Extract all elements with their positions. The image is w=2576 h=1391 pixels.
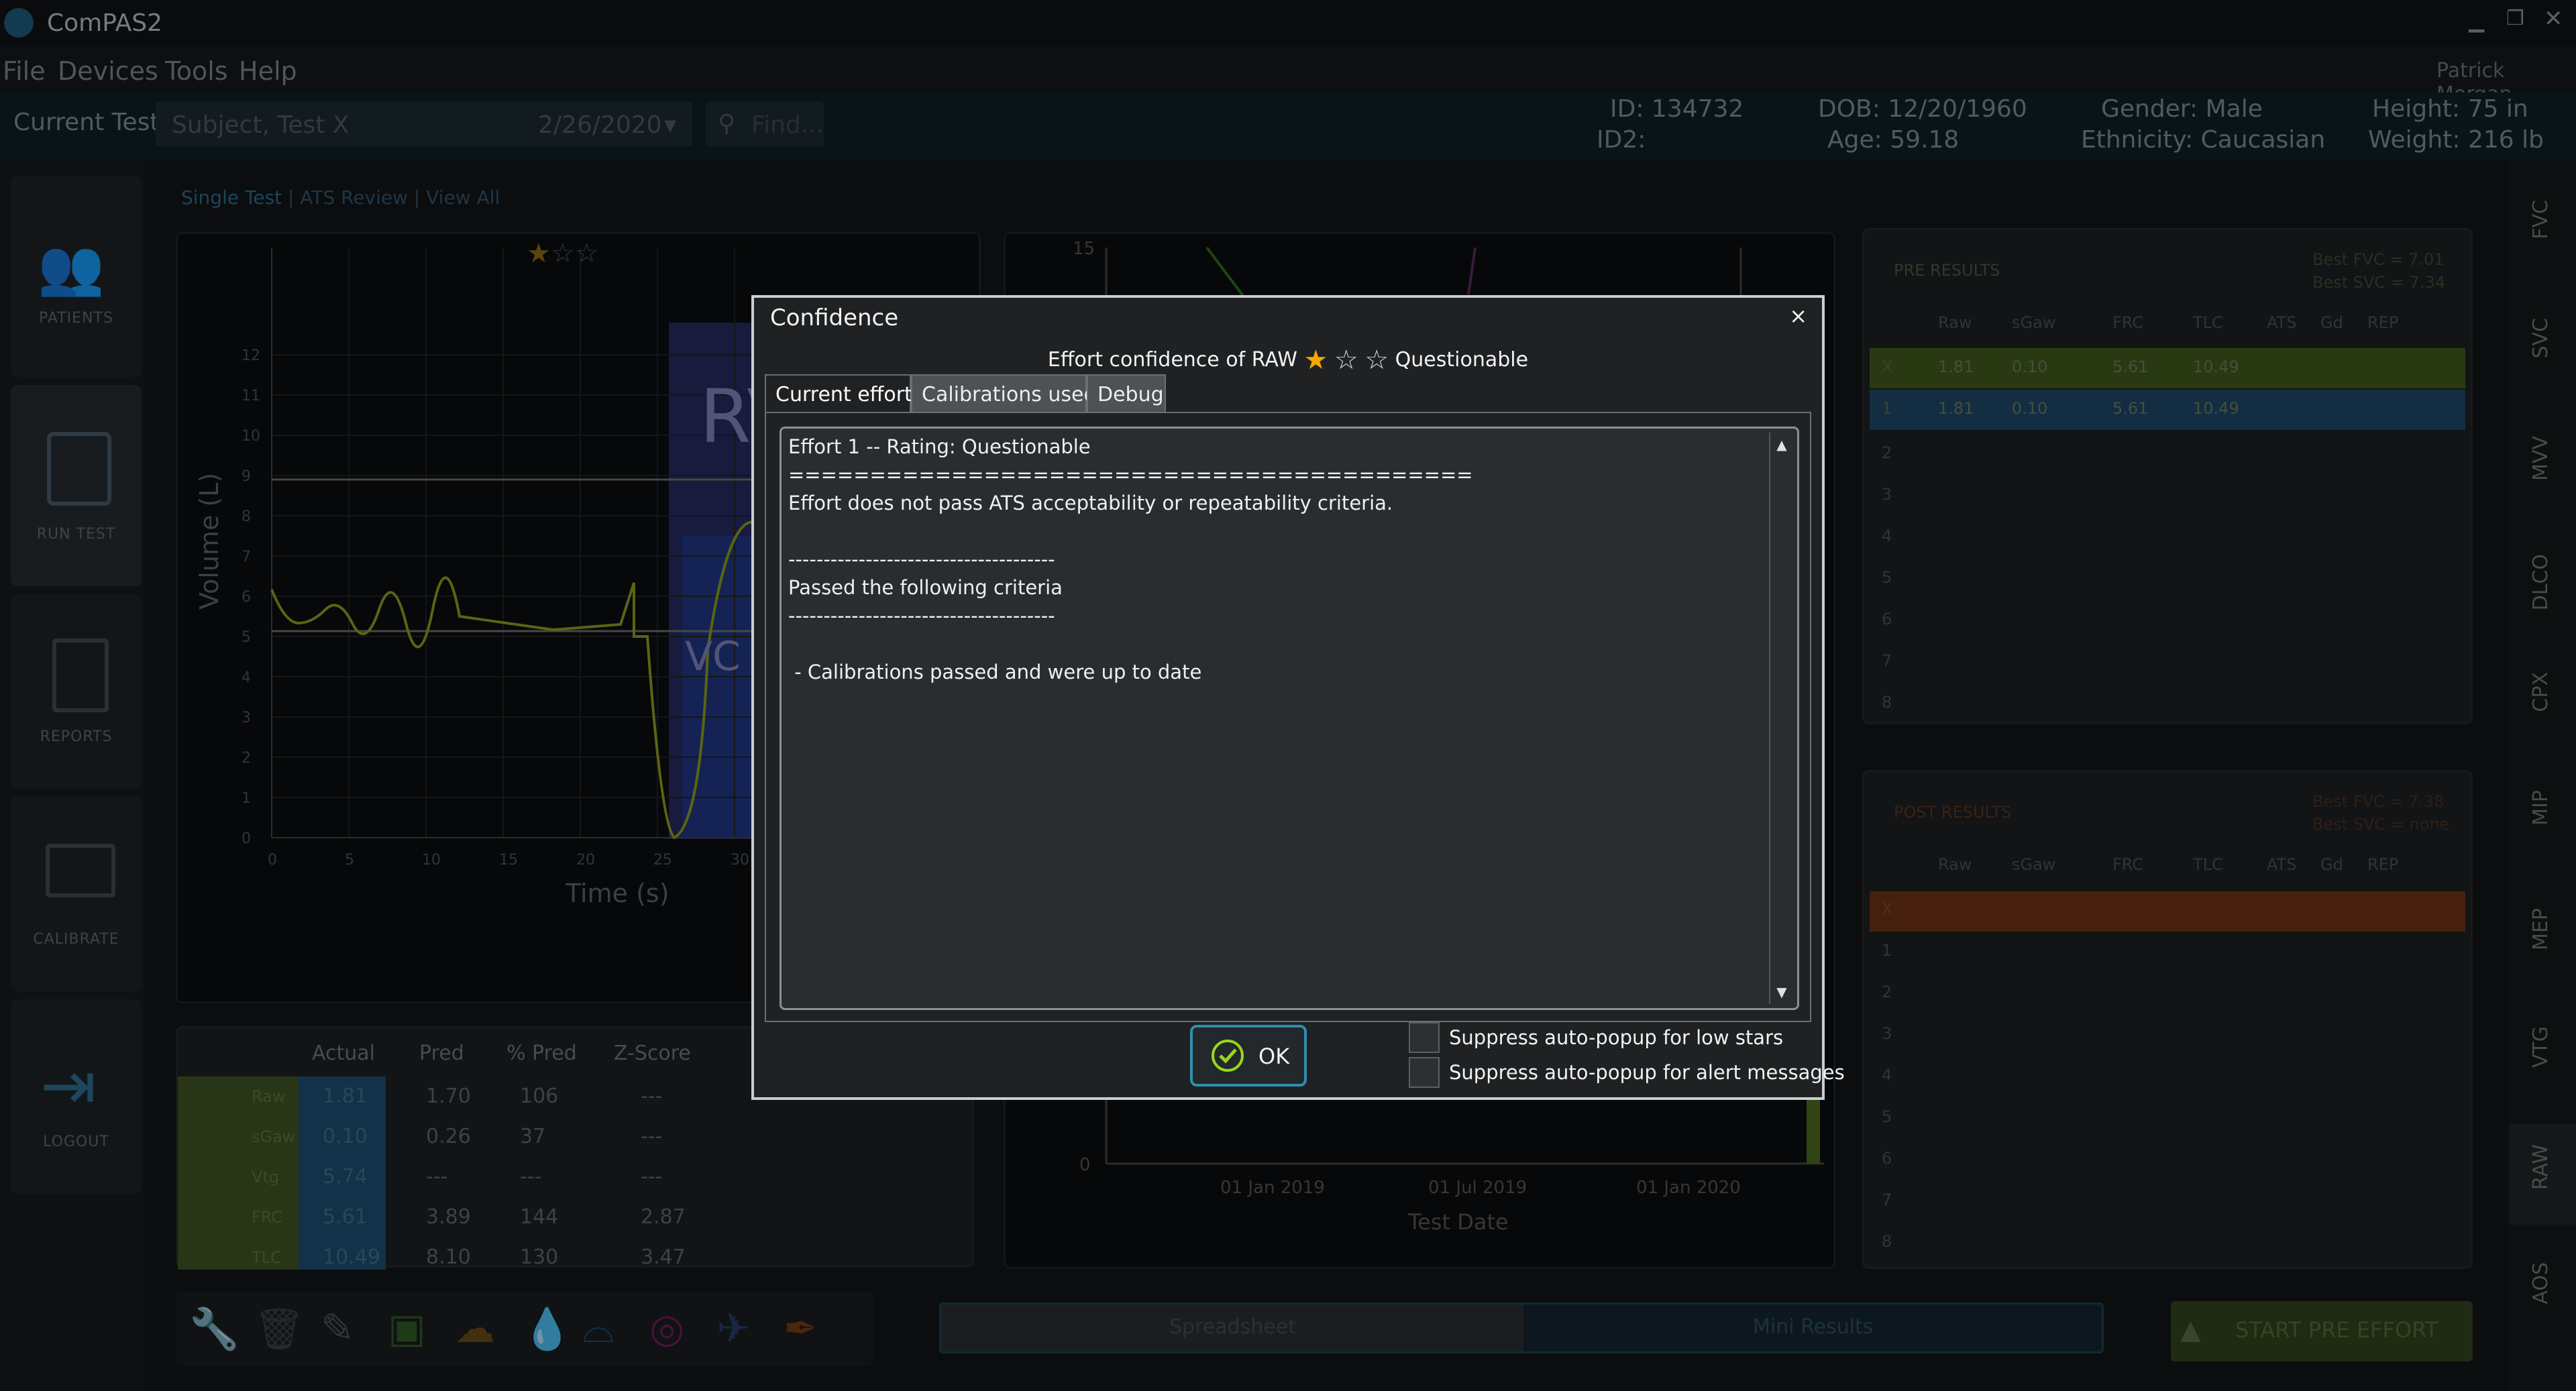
confidence-summary: Effort confidence of RAW ★ ☆ ☆ Questiona… [754, 345, 1822, 376]
close-icon[interactable]: × [1789, 303, 1807, 329]
scroll-down-icon[interactable]: ▼ [1770, 984, 1793, 1000]
ok-button[interactable]: OK [1190, 1025, 1307, 1087]
effort-details-content: Effort 1 -- Rating: Questionable =======… [788, 435, 1473, 683]
confidence-rating: Questionable [1395, 348, 1529, 372]
dialog-title: Confidence [770, 304, 899, 331]
scroll-up-icon[interactable]: ▲ [1770, 437, 1793, 453]
vertical-scrollbar[interactable]: ▲ ▼ [1769, 433, 1793, 1004]
ok-label: OK [1258, 1044, 1290, 1069]
suppress-low-stars-label: Suppress auto-popup for low stars [1449, 1026, 1784, 1049]
tab-current-effort[interactable]: Current effort [765, 374, 912, 413]
star-empty-icon: ☆ [1364, 345, 1389, 376]
tab-debug[interactable]: Debug [1087, 374, 1166, 413]
suppress-alert-label: Suppress auto-popup for alert messages [1449, 1061, 1845, 1084]
tab-calibrations-used[interactable]: Calibrations used [911, 374, 1097, 413]
star-empty-icon: ☆ [1334, 345, 1358, 376]
suppress-low-stars-checkbox[interactable] [1409, 1022, 1440, 1053]
effort-details-text[interactable]: Effort 1 -- Rating: Questionable =======… [780, 427, 1799, 1010]
confidence-prefix: Effort confidence of RAW [1047, 348, 1297, 372]
checkmark-icon [1212, 1040, 1244, 1072]
tab-panel: Effort 1 -- Rating: Questionable =======… [765, 412, 1811, 1022]
star-filled-icon: ★ [1303, 345, 1328, 376]
suppress-alert-checkbox[interactable] [1409, 1057, 1440, 1088]
confidence-dialog: Confidence × Effort confidence of RAW ★ … [751, 295, 1845, 1100]
